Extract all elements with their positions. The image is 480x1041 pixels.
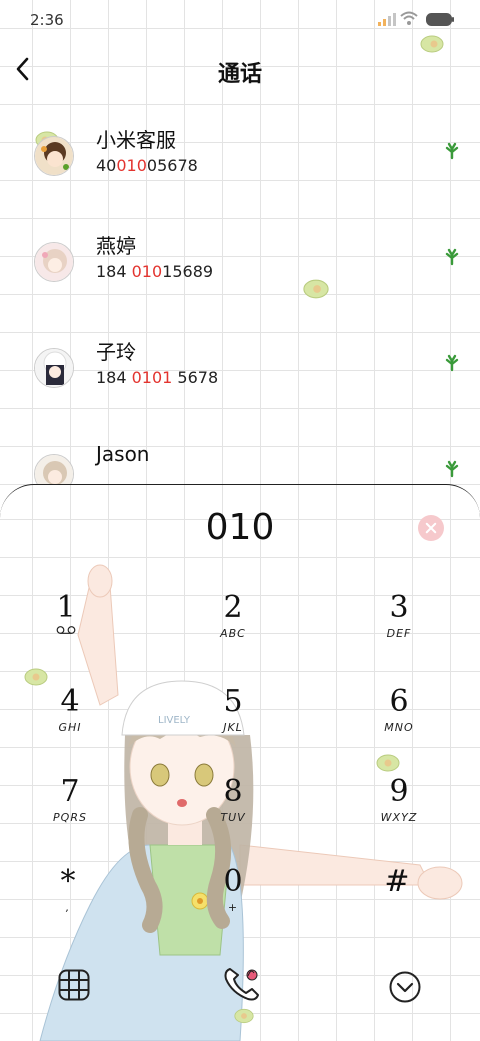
status-time: 2:36 [30,11,64,29]
key-9[interactable]: 9 WXYZ [349,775,449,855]
contact-avatar [34,242,74,282]
contact-name: 子玲 [96,340,136,364]
wifi-icon [400,11,418,25]
avocado-sticker [234,1008,254,1024]
contact-item[interactable]: 子玲 184 0101 5678 [0,330,480,410]
key-8[interactable]: 8 TUV [183,775,283,855]
contact-name: 燕婷 [96,234,136,258]
key-star[interactable]: * , [18,865,118,945]
contact-name: Jason [96,442,150,466]
leaf-icon [445,460,459,478]
contact-number: 184 0101 5678 [96,368,219,387]
header: 通话 [0,40,480,100]
key-4[interactable]: 4 GHI [20,685,120,765]
dialpad-panel: LIVELY 010 1 2 ABC 3 DEF 4 GHI 5 JKL 6 M… [0,484,480,1041]
leaf-icon [445,248,459,266]
page-title: 通话 [217,62,262,87]
voicemail-icon [56,626,76,634]
phone-call-icon[interactable] [222,965,262,1003]
key-1[interactable]: 1 [16,591,116,671]
clear-input-button[interactable] [418,515,444,541]
contact-number: 4001005678 [96,156,198,175]
key-hash[interactable]: # [347,865,447,945]
key-5[interactable]: 5 JKL [183,685,283,765]
key-0[interactable]: 0 + [183,865,283,945]
leaf-icon [445,142,459,160]
status-bar: 2:36 [0,0,480,40]
signal-icon [378,13,396,26]
key-3[interactable]: 3 DEF [349,591,449,671]
keypad-grid-icon[interactable] [58,969,90,1001]
contact-avatar [34,348,74,388]
leaf-icon [445,354,459,372]
chevron-down-circle-icon[interactable] [389,971,421,1003]
contact-name: 小米客服 [96,128,176,152]
avocado-sticker [420,35,444,53]
battery-icon [426,13,454,26]
contact-number: 184 01015689 [96,262,214,281]
key-7[interactable]: 7 PQRS [20,775,120,855]
contact-item[interactable]: 燕婷 184 01015689 [0,224,480,304]
contact-item[interactable]: 小米客服 4001005678 [0,118,480,198]
key-2[interactable]: 2 ABC [183,591,283,671]
key-6[interactable]: 6 MNO [349,685,449,765]
dial-input[interactable]: 010 [0,507,480,548]
contact-avatar [34,136,74,176]
